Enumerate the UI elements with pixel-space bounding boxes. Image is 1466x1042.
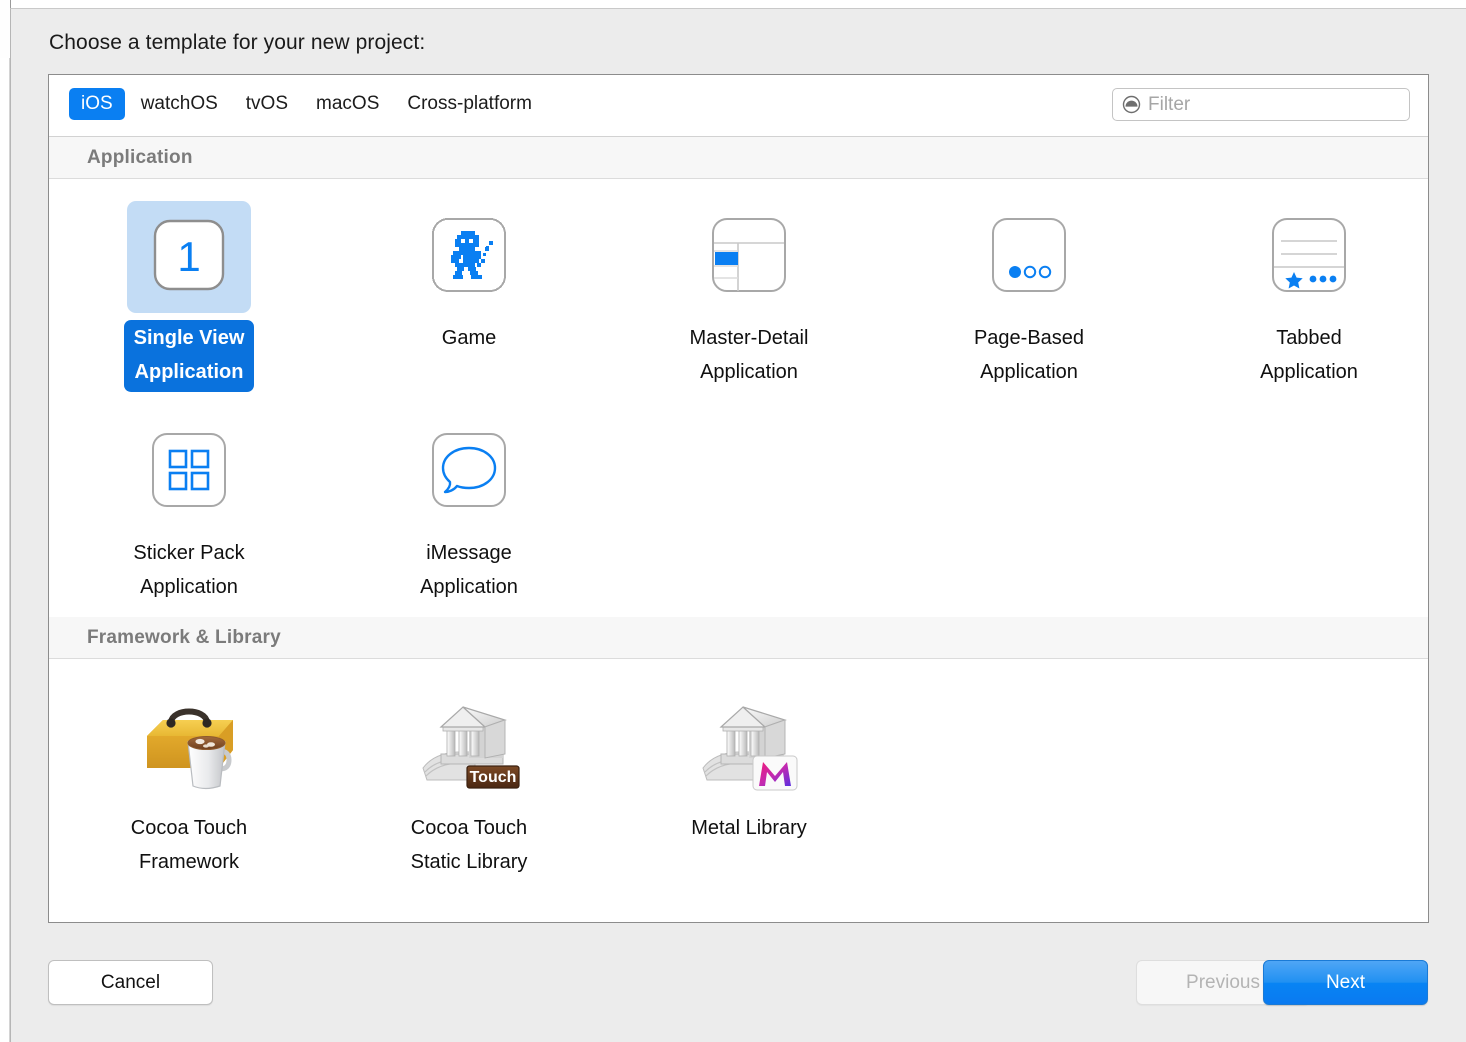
section-header-application: Application [49, 137, 1428, 179]
toolbox-coffee-icon [133, 694, 245, 801]
single-view-icon: 1 [149, 215, 229, 300]
template-icon-wrap [687, 201, 811, 313]
template-icon-wrap [967, 201, 1091, 313]
svg-text:1: 1 [177, 233, 200, 280]
template-label: Tabbed Application [1260, 327, 1358, 383]
window-left-edge [0, 0, 11, 1042]
template-sticker-pack-application[interactable]: Sticker Pack Application [49, 410, 329, 607]
cancel-button[interactable]: Cancel [48, 960, 213, 1005]
template-icon-wrap: Touch [407, 691, 531, 803]
section-header-framework-library: Framework & Library [49, 617, 1428, 659]
template-cell-empty [889, 410, 1169, 416]
template-icon-wrap [127, 416, 251, 528]
template-browser-panel: iOS watchOS tvOS macOS Cross-platform Fi… [48, 74, 1429, 923]
section-title: Framework & Library [87, 626, 281, 648]
library-touch-icon: Touch [413, 694, 525, 801]
template-icon-wrap [407, 416, 531, 528]
template-cell-empty [1169, 410, 1428, 416]
template-label: Master-Detail Application [689, 327, 809, 383]
template-label: Game [441, 327, 497, 349]
section-body-application: 1 Single View Application Game Master-De… [49, 179, 1428, 617]
section-title: Application [87, 146, 193, 168]
template-cell-empty [609, 410, 889, 416]
tab-macos[interactable]: macOS [304, 88, 391, 120]
template-cell-empty [1169, 685, 1428, 691]
template-label: Cocoa Touch Static Library [410, 817, 528, 873]
template-label: Metal Library [691, 817, 807, 839]
tab-tvos[interactable]: tvOS [234, 88, 300, 120]
template-imessage-application[interactable]: iMessage Application [329, 410, 609, 607]
template-metal-library[interactable]: Metal Library [609, 685, 889, 848]
template-label: Single View Application [123, 320, 255, 392]
section-body-framework-library: Cocoa Touch Framework Touch Cocoa Touch … [49, 659, 1428, 892]
template-single-view-application[interactable]: 1 Single View Application [49, 195, 329, 392]
game-sprite-icon [429, 215, 509, 300]
template-label: Page-Based Application [973, 327, 1085, 383]
tab-ios[interactable]: iOS [69, 88, 125, 120]
sticker-pack-icon [149, 430, 229, 515]
filter-placeholder: Filter [1148, 94, 1191, 115]
template-master-detail-application[interactable]: Master-Detail Application [609, 195, 889, 392]
next-button[interactable]: Next [1263, 960, 1428, 1005]
template-icon-wrap [127, 691, 251, 803]
template-row: Sticker Pack Application iMessage Applicat… [49, 410, 1428, 607]
template-label: Cocoa Touch Framework [130, 817, 248, 873]
template-row: 1 Single View Application Game Master-De… [49, 195, 1428, 392]
filter-input[interactable]: Filter [1112, 88, 1410, 121]
template-icon-wrap [687, 691, 811, 803]
imessage-bubble-icon [429, 430, 509, 515]
template-cocoa-touch-static-library[interactable]: Touch Cocoa Touch Static Library [329, 685, 609, 882]
tab-cross-platform[interactable]: Cross-platform [395, 88, 544, 120]
filter-icon [1122, 95, 1141, 114]
platform-tabbar: iOS watchOS tvOS macOS Cross-platform Fi… [49, 75, 1428, 137]
template-label: Sticker Pack Application [133, 542, 245, 598]
page-based-icon [989, 215, 1069, 300]
template-page-based-application[interactable]: Page-Based Application [889, 195, 1169, 392]
template-label: iMessage Application [420, 542, 518, 598]
platform-tab-list: iOS watchOS tvOS macOS Cross-platform [69, 88, 544, 120]
template-icon-wrap [1247, 201, 1371, 313]
page-title: Choose a template for your new project: [49, 31, 426, 54]
template-tabbed-application[interactable]: Tabbed Application [1169, 195, 1428, 392]
template-icon-wrap [407, 201, 531, 313]
new-project-template-dialog: Choose a template for your new project: … [10, 8, 1466, 1042]
master-detail-icon [709, 215, 789, 300]
svg-text:Touch: Touch [470, 769, 517, 786]
template-game[interactable]: Game [329, 195, 609, 358]
template-cocoa-touch-framework[interactable]: Cocoa Touch Framework [49, 685, 329, 882]
template-row: Cocoa Touch Framework Touch Cocoa Touch … [49, 685, 1428, 882]
tab-watchos[interactable]: watchOS [129, 88, 230, 120]
tabbed-icon [1269, 215, 1349, 300]
template-cell-empty [889, 685, 1169, 691]
library-metal-icon [693, 694, 805, 801]
template-icon-wrap: 1 [127, 201, 251, 313]
